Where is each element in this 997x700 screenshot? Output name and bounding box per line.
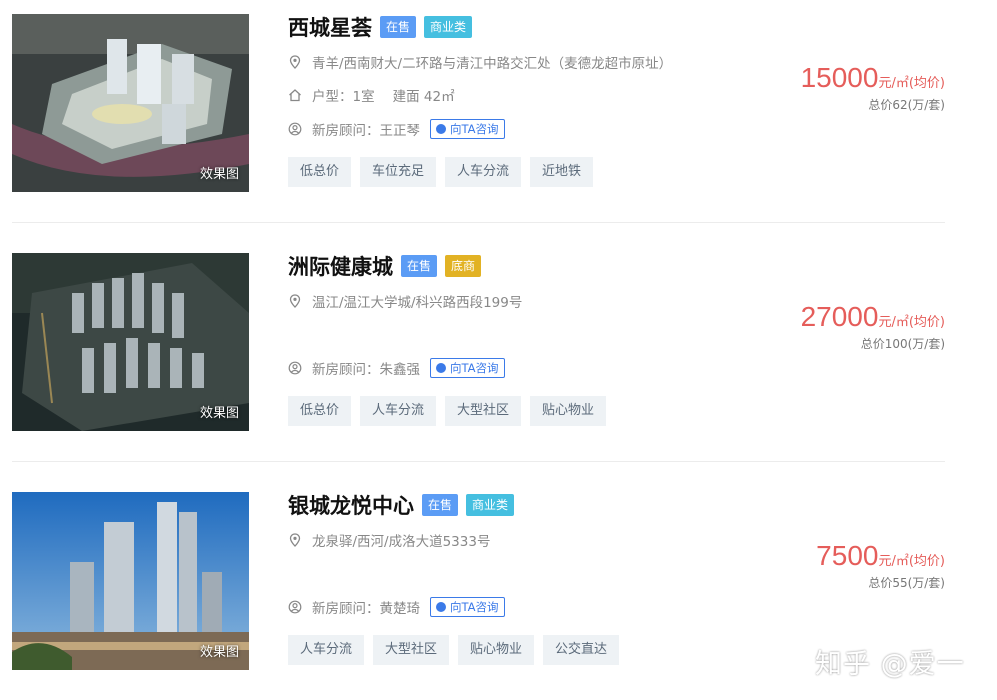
listing-title[interactable]: 洲际健康城: [288, 251, 393, 281]
watermark: 知乎 @爱一: [815, 649, 965, 680]
feature-tag: 公交直达: [543, 635, 620, 665]
feature-tag: 低总价: [288, 396, 352, 426]
unit-price: 27000: [800, 301, 879, 332]
feature-tag: 贴心物业: [458, 635, 535, 665]
total-price: 总价55(万/套): [868, 576, 945, 590]
user-icon: [288, 122, 302, 136]
feature-tag: 大型社区: [373, 635, 450, 665]
consultant-line: 新房顾问：王正琴 向TA咨询: [288, 119, 505, 139]
consultant-text: 新房顾问：朱鑫强: [312, 362, 420, 378]
consult-button[interactable]: 向TA咨询: [430, 119, 505, 139]
location-pin-icon: [288, 533, 302, 547]
layout-line: 户型：1室 建面 42㎡: [288, 85, 455, 105]
chat-icon: [436, 124, 446, 134]
feature-tag: 低总价: [288, 157, 352, 187]
image-caption: 效果图: [199, 406, 239, 421]
listing-title[interactable]: 西城星荟: [288, 12, 372, 42]
divider: [12, 461, 945, 462]
feature-tag: 人车分流: [360, 396, 437, 426]
total-price: 总价100(万/套): [860, 337, 945, 351]
type-badge: 商业类: [424, 16, 473, 38]
consult-label: 向TA咨询: [450, 361, 499, 375]
consult-label: 向TA咨询: [450, 600, 499, 614]
feature-tag: 贴心物业: [530, 396, 607, 426]
image-caption: 效果图: [199, 645, 239, 660]
address-text: 龙泉驿/西河/成洛大道5333号: [312, 534, 491, 550]
address-line: 青羊/西南财大/二环路与清江中路交汇处（麦德龙超市原址）: [288, 52, 672, 72]
price-block: 27000元/㎡(均价) 总价100(万/套): [801, 301, 945, 352]
listing-info: 西城星荟 在售 商业类 青羊/西南财大/二环路与清江中路交汇处（麦德龙超市原址）…: [288, 12, 788, 187]
house-icon: [288, 88, 302, 102]
consultant-line: 新房顾问：黄楚琦 向TA咨询: [288, 597, 505, 617]
location-pin-icon: [288, 294, 302, 308]
type-badge: 商业类: [466, 494, 515, 516]
consultant-text: 新房顾问：王正琴: [312, 123, 420, 139]
price-unit: 元/㎡(均价): [878, 554, 945, 569]
status-badge: 在售: [380, 16, 417, 38]
tag-list: 人车分流 大型社区 贴心物业 公交直达: [288, 635, 628, 665]
area-text: 建面 42㎡: [392, 89, 455, 105]
tag-list: 低总价 车位充足 人车分流 近地铁: [288, 157, 602, 187]
divider: [12, 222, 945, 223]
listing-image[interactable]: 效果图: [12, 253, 249, 431]
image-caption: 效果图: [199, 167, 239, 182]
tag-list: 低总价 人车分流 大型社区 贴心物业: [288, 396, 615, 426]
feature-tag: 车位充足: [360, 157, 437, 187]
address-line: 龙泉驿/西河/成洛大道5333号: [288, 530, 490, 550]
consult-label: 向TA咨询: [450, 122, 499, 136]
status-badge: 在售: [401, 255, 438, 277]
chat-icon: [436, 602, 446, 612]
total-price: 总价62(万/套): [868, 98, 945, 112]
price-unit: 元/㎡(均价): [878, 76, 945, 91]
chat-icon: [436, 363, 446, 373]
unit-price: 15000: [800, 62, 879, 93]
consult-button[interactable]: 向TA咨询: [430, 597, 505, 617]
consultant-text: 新房顾问：黄楚琦: [312, 601, 420, 617]
user-icon: [288, 600, 302, 614]
price-block: 7500元/㎡(均价) 总价55(万/套): [816, 540, 945, 591]
consult-button[interactable]: 向TA咨询: [430, 358, 505, 378]
address-text: 温江/温江大学城/科兴路西段199号: [312, 295, 523, 311]
type-badge: 底商: [445, 255, 482, 277]
address-line: 温江/温江大学城/科兴路西段199号: [288, 291, 522, 311]
listing-info: 银城龙悦中心 在售 商业类 龙泉驿/西河/成洛大道5333号 新房顾问：黄楚琦 …: [288, 490, 788, 665]
unit-price: 7500: [816, 540, 879, 571]
feature-tag: 人车分流: [445, 157, 522, 187]
listing-title[interactable]: 银城龙悦中心: [288, 490, 414, 520]
listing-info: 洲际健康城 在售 底商 温江/温江大学城/科兴路西段199号 新房顾问：朱鑫强 …: [288, 251, 788, 426]
price-block: 15000元/㎡(均价) 总价62(万/套): [801, 62, 945, 113]
feature-tag: 大型社区: [445, 396, 522, 426]
layout-text: 户型：1室: [312, 89, 375, 105]
feature-tag: 人车分流: [288, 635, 365, 665]
feature-tag: 近地铁: [530, 157, 594, 187]
location-pin-icon: [288, 55, 302, 69]
listing-image[interactable]: 效果图: [12, 492, 249, 670]
listing-image[interactable]: 效果图: [12, 14, 249, 192]
user-icon: [288, 361, 302, 375]
price-unit: 元/㎡(均价): [878, 315, 945, 330]
consultant-line: 新房顾问：朱鑫强 向TA咨询: [288, 358, 505, 378]
status-badge: 在售: [422, 494, 459, 516]
address-text: 青羊/西南财大/二环路与清江中路交汇处（麦德龙超市原址）: [312, 56, 673, 72]
